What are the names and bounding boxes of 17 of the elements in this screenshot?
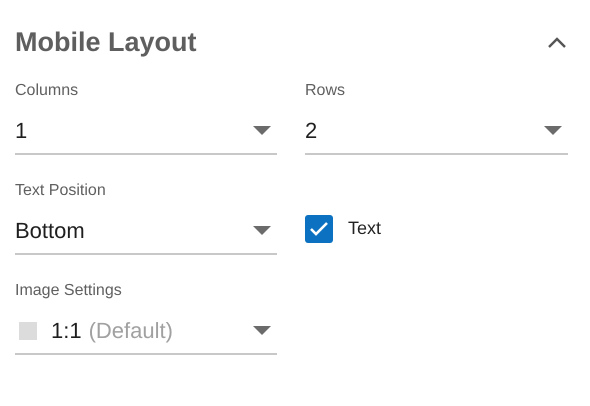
caret-icon xyxy=(544,126,562,135)
dropdown-field[interactable]: 2 xyxy=(305,114,568,154)
dropdown-field[interactable]: 1:1 (Default) xyxy=(15,314,277,354)
dropdown-field[interactable]: Bottom xyxy=(15,214,277,254)
caret-icon xyxy=(253,226,271,235)
chevron-icon xyxy=(548,36,566,48)
dropdown-field[interactable]: 1 xyxy=(15,114,277,154)
field-label: Image Settings xyxy=(15,280,123,300)
checkbox[interactable] xyxy=(305,214,333,242)
field-label: Rows xyxy=(305,80,346,100)
field-label: Text Position xyxy=(15,180,107,200)
field-label: Columns xyxy=(15,80,80,100)
section-title: Mobile Layout xyxy=(15,26,196,59)
caret-icon xyxy=(253,326,271,335)
caret-icon xyxy=(253,126,271,135)
checkmark-icon xyxy=(309,220,329,236)
checkbox-label: Text xyxy=(348,217,382,240)
